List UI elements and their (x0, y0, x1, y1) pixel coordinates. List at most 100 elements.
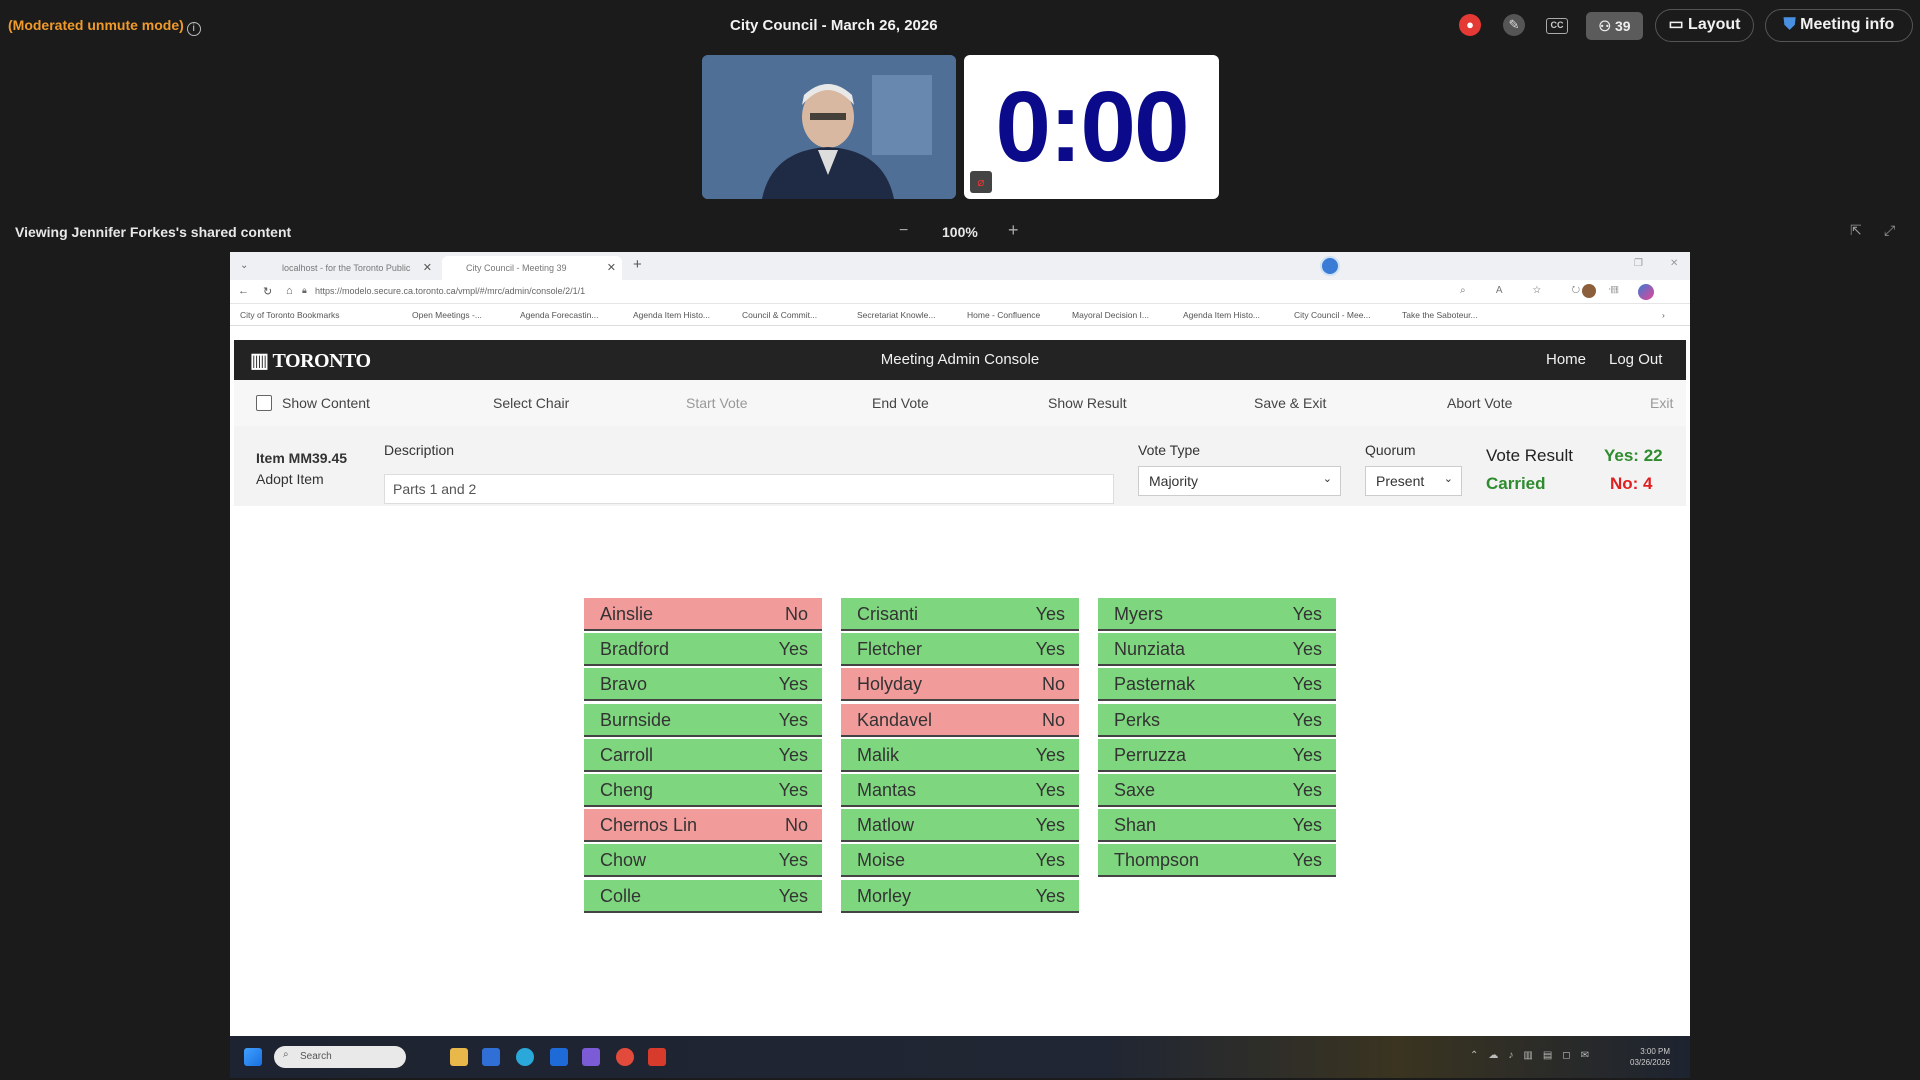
quorum-select[interactable]: Present ⌄ (1365, 466, 1462, 496)
vote-value: Yes (778, 744, 808, 765)
bookmark-item[interactable]: Take the Saboteur... (1402, 310, 1478, 320)
vote-cell: Moise Yes (841, 844, 1079, 878)
browser-tab-bar: ⌄ localhost - for the Toronto Public ✕ Ci… (230, 252, 1690, 280)
home-icon[interactable]: ⌂ (286, 285, 293, 297)
zoom-out-button[interactable]: − (899, 222, 908, 240)
vote-cell: Holyday No (841, 668, 1079, 702)
bookmark-item[interactable]: Home - Confluence (967, 310, 1040, 320)
close-tab-icon[interactable]: ✕ (423, 256, 432, 280)
vote-cell: Morley Yes (841, 879, 1079, 913)
councillor-name: Pasternak (1114, 674, 1196, 695)
vote-value: Yes (1292, 780, 1322, 800)
chrome-icon[interactable] (616, 1048, 634, 1066)
file-explorer-icon[interactable] (450, 1048, 468, 1066)
outlook-icon[interactable] (550, 1048, 568, 1066)
bookmark-item[interactable]: Agenda Item Histo... (633, 310, 710, 320)
participants-button[interactable]: ⚇ 39 (1586, 12, 1643, 40)
quorum-label: Quorum (1365, 442, 1416, 458)
bookmark-item[interactable]: Council & Commit... (742, 310, 817, 320)
vote-value: Yes (1035, 744, 1065, 765)
vote-cell: Colle Yes (584, 879, 822, 913)
bookmark-item[interactable]: Open Meetings -... (412, 310, 482, 320)
show-content-checkbox[interactable] (256, 395, 272, 411)
abort-vote-button[interactable]: Abort Vote (1447, 395, 1512, 411)
description-label: Description (384, 442, 455, 458)
shield-icon: ⛊ (1783, 16, 1801, 33)
vote-value: Yes (1292, 674, 1322, 695)
vote-value: Yes (1035, 885, 1065, 906)
close-tab-icon[interactable]: ✕ (607, 256, 616, 280)
meeting-info-button[interactable]: ⛊ Meeting info (1765, 9, 1913, 42)
layout-label: Layout (1688, 16, 1741, 33)
people-icon: ⚇ (1598, 18, 1615, 34)
yes-total: Yes: 22 (1604, 446, 1663, 465)
browser-toolbar-icons[interactable]: ⌕ A ☆ ↻ ▥ (1460, 285, 1632, 296)
vote-type-select[interactable]: Majority ⌄ (1138, 466, 1341, 496)
captions-icon[interactable]: CC (1546, 18, 1568, 34)
acrobat-icon[interactable] (648, 1048, 666, 1066)
vote-cell: Crisanti Yes (841, 598, 1079, 631)
mic-off-icon: ⌀ (970, 171, 992, 193)
vote-value: Yes (1292, 639, 1322, 660)
vote-value: Yes (1035, 639, 1065, 660)
participant-video-tile[interactable] (702, 55, 956, 199)
profile-avatar[interactable] (1582, 284, 1596, 298)
copilot-chat-icon[interactable] (1638, 284, 1654, 300)
description-field[interactable]: Parts 1 and 2 (384, 474, 1114, 504)
new-tab-button[interactable]: + (633, 256, 642, 273)
restore-window-icon[interactable]: ❐ (1634, 258, 1643, 269)
bookmark-item[interactable]: Secretariat Knowle... (857, 310, 935, 320)
taskbar-clock[interactable]: 3:00 PM 03/26/2026 (1630, 1046, 1670, 1068)
fullscreen-icon[interactable]: ⤢ (1884, 222, 1895, 239)
show-result-button[interactable]: Show Result (1048, 395, 1127, 411)
bookmark-item[interactable]: City of Toronto Bookmarks (240, 310, 340, 320)
pop-out-icon[interactable]: ⇱ (1850, 222, 1862, 239)
home-link[interactable]: Home (1546, 351, 1586, 368)
councillor-name: Morley (857, 885, 912, 906)
clock-time: 3:00 PM (1640, 1047, 1671, 1056)
exit-button[interactable]: Exit (1650, 395, 1673, 411)
bookmarks-more-icon[interactable]: › (1662, 310, 1665, 320)
annotate-icon[interactable]: ✎ (1503, 14, 1525, 36)
more-icon[interactable]: ⋯ (1608, 284, 1618, 295)
show-content-label[interactable]: Show Content (282, 395, 370, 411)
vote-value: No (1041, 709, 1065, 730)
select-chair-button[interactable]: Select Chair (493, 395, 569, 411)
zoom-in-button[interactable]: + (1008, 220, 1019, 241)
settings-app-icon[interactable] (482, 1048, 500, 1066)
tab-list-icon[interactable]: ⌄ (240, 260, 248, 271)
windows-taskbar: ⌕ Search ⌃☁♪▥▤◻✉ 3:00 PM 03/26/2026 (230, 1036, 1690, 1078)
teams-icon[interactable] (582, 1048, 600, 1066)
vote-cell: Bradford Yes (584, 633, 822, 667)
copilot-icon[interactable] (1320, 256, 1340, 276)
vote-value: Yes (1035, 604, 1065, 624)
browser-tab-active[interactable]: City Council - Meeting 39 ✕ (442, 256, 622, 280)
vote-cell: Pasternak Yes (1098, 668, 1336, 702)
logout-link[interactable]: Log Out (1609, 351, 1662, 368)
councillor-name: Carroll (600, 744, 654, 765)
layout-button[interactable]: ▭ Layout (1655, 9, 1754, 42)
vote-cell: Chow Yes (584, 844, 822, 878)
bookmarks-bar: City of Toronto Bookmarks Open Meetings … (230, 304, 1690, 326)
reload-icon[interactable]: ↻ (263, 285, 272, 298)
bookmark-item[interactable]: City Council - Mee... (1294, 310, 1371, 320)
url-field[interactable]: https://modelo.secure.ca.toronto.ca/vmpl… (315, 286, 585, 296)
end-vote-button[interactable]: End Vote (872, 395, 929, 411)
vote-cell: Chernos Lin No (584, 809, 822, 843)
item-details-row: Item MM39.45 Adopt Item Description Part… (234, 426, 1686, 506)
save-exit-button[interactable]: Save & Exit (1254, 395, 1326, 411)
tab-label: localhost - for the Toronto Public (282, 263, 411, 273)
start-vote-button[interactable]: Start Vote (686, 395, 747, 411)
bookmark-item[interactable]: Agenda Forecastin... (520, 310, 598, 320)
close-window-icon[interactable]: ✕ (1670, 258, 1678, 269)
windows-start-icon[interactable] (244, 1048, 262, 1066)
edge-icon[interactable] (516, 1048, 534, 1066)
info-icon[interactable]: i (186, 22, 201, 36)
record-icon[interactable]: ● (1459, 14, 1481, 36)
back-icon[interactable]: ← (238, 285, 249, 297)
bookmark-item[interactable]: Mayoral Decision I... (1072, 310, 1149, 320)
system-tray-icons[interactable]: ⌃☁♪▥▤◻✉ (1470, 1050, 1599, 1061)
taskbar-search[interactable]: ⌕ Search (274, 1046, 406, 1068)
bookmark-item[interactable]: Agenda Item Histo... (1183, 310, 1260, 320)
browser-tab[interactable]: localhost - for the Toronto Public ✕ (258, 256, 438, 280)
